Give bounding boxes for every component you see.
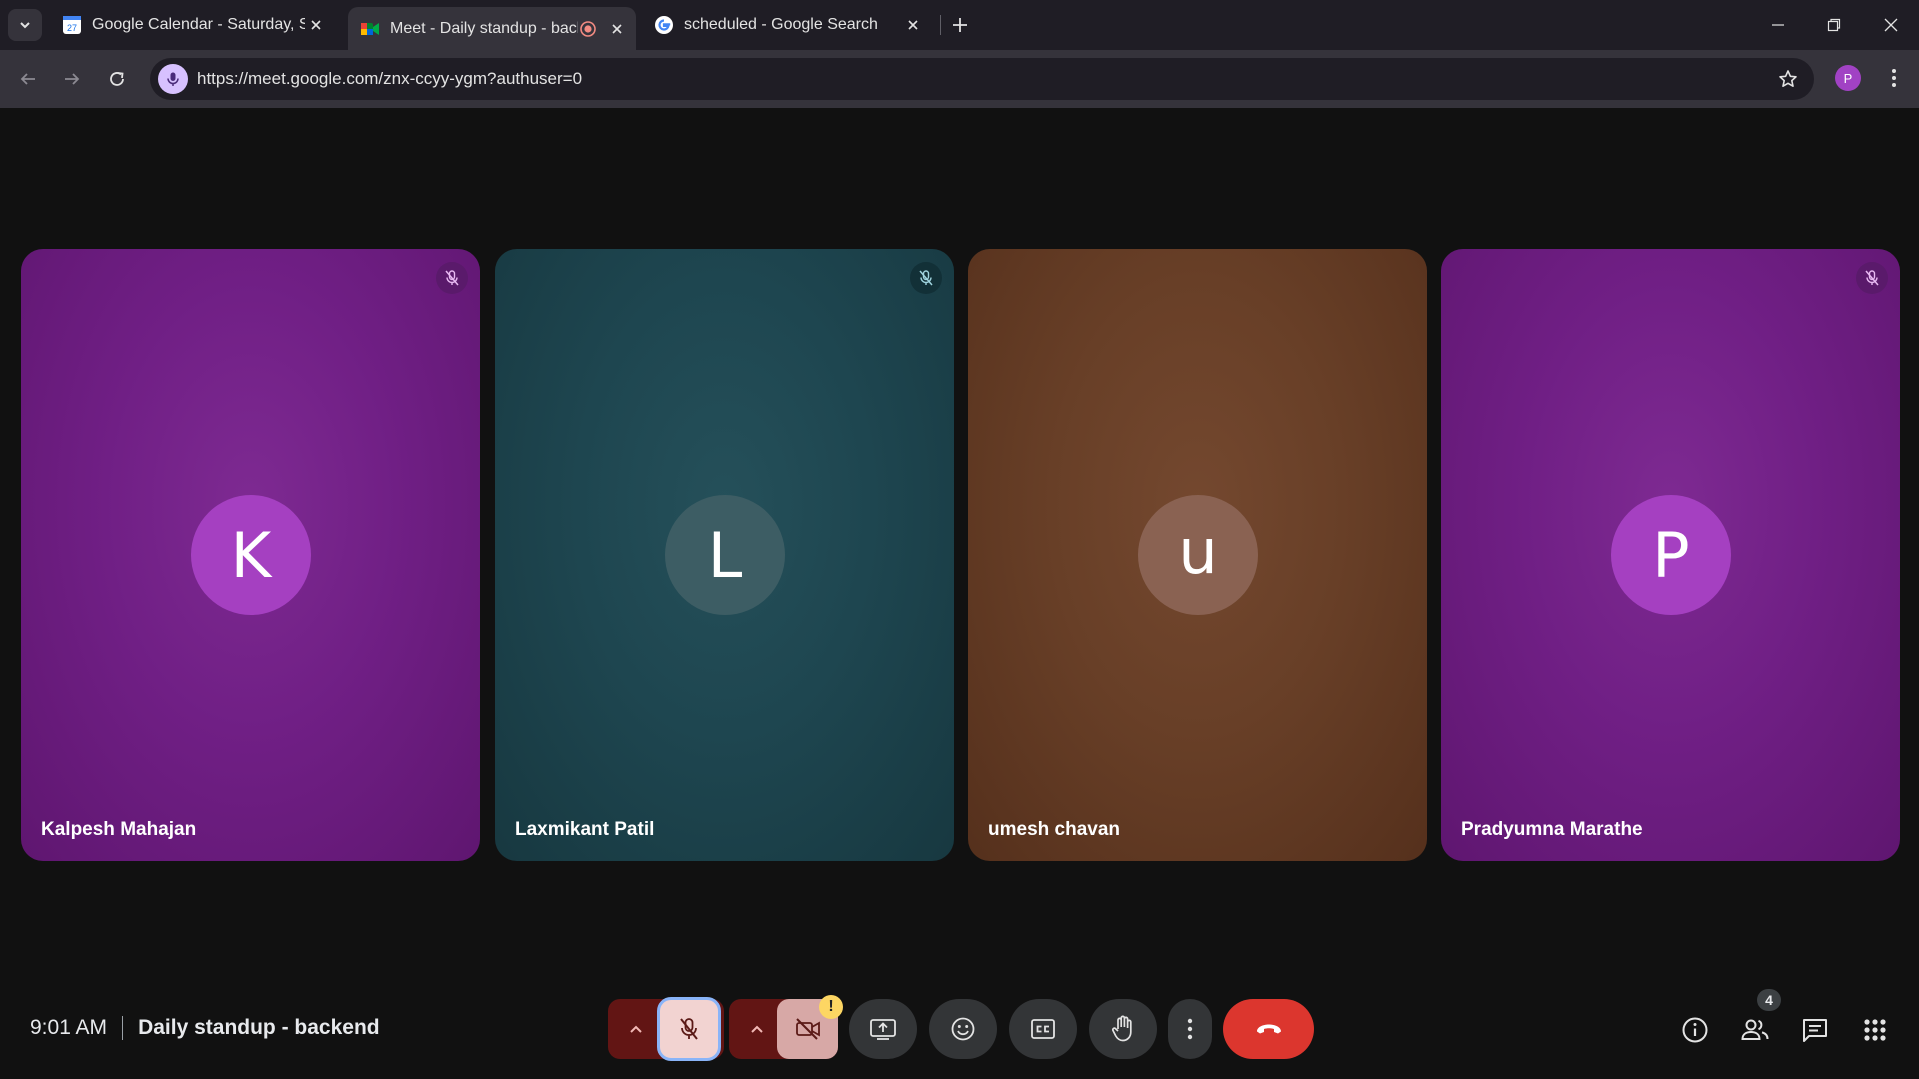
tab-meet[interactable]: Meet - Daily standup - back (348, 7, 636, 50)
tab-title: scheduled - Google Search (684, 16, 878, 33)
tab-title: Google Calendar - Saturday, Se (92, 16, 305, 33)
calendar-icon: 27 (63, 16, 81, 34)
participant-name: Kalpesh Mahajan (41, 819, 197, 840)
activities-button[interactable] (1858, 1013, 1892, 1047)
restore-icon (1827, 18, 1841, 32)
more-vert-icon (1892, 69, 1896, 87)
google-icon (655, 16, 673, 34)
leave-call-button[interactable] (1223, 999, 1314, 1059)
mic-off-icon (680, 1018, 698, 1040)
microphone-toggle-button[interactable] (657, 997, 721, 1061)
tab-close-icon[interactable] (606, 18, 628, 40)
tab-close-icon[interactable] (902, 14, 924, 36)
present-to-all-icon (870, 1019, 896, 1040)
bookmark-star-icon[interactable] (1776, 67, 1800, 91)
site-mic-permission-icon[interactable] (158, 64, 188, 94)
participant-name: umesh chavan (988, 819, 1120, 840)
meeting-details: 9:01 AM Daily standup - backend (30, 1016, 380, 1040)
back-button[interactable] (13, 64, 43, 94)
reload-icon (110, 72, 124, 86)
participant-avatar: P (1611, 495, 1731, 615)
hand-icon (1112, 1015, 1132, 1042)
plus-icon (953, 18, 967, 32)
participant-avatar: K (191, 495, 311, 615)
more-options-button[interactable] (1168, 999, 1212, 1059)
participant-avatar: u (1138, 495, 1258, 615)
mic-off-icon (436, 262, 468, 294)
videocam-off-icon (795, 1018, 820, 1040)
present-screen-button[interactable] (849, 999, 917, 1059)
restore-button[interactable] (1814, 10, 1854, 40)
chevron-up-icon (630, 1025, 642, 1033)
apps-grid-icon (1864, 1019, 1886, 1041)
profile-avatar[interactable]: P (1835, 65, 1861, 91)
raise-hand-button[interactable] (1089, 999, 1157, 1059)
browser-toolbar: https://meet.google.com/znx-ccyy-ygm?aut… (0, 50, 1919, 108)
participant-tile[interactable]: P Pradyumna Marathe (1441, 249, 1900, 861)
browser-menu-button[interactable] (1880, 64, 1908, 92)
arrow-right-icon (65, 73, 80, 85)
tab-title: Meet - Daily standup - back (390, 19, 578, 37)
audio-options-button[interactable] (616, 1015, 656, 1043)
address-bar[interactable]: https://meet.google.com/znx-ccyy-ygm?aut… (150, 58, 1814, 100)
people-button[interactable] (1738, 1013, 1772, 1047)
calendar-favicon-day: 27 (67, 23, 77, 33)
divider (122, 1016, 124, 1040)
more-vert-icon (1187, 1018, 1193, 1040)
participant-avatar: L (665, 495, 785, 615)
meeting-info-button[interactable] (1678, 1013, 1712, 1047)
call-end-icon (1256, 1024, 1281, 1034)
chevron-up-icon (751, 1025, 763, 1033)
minimize-icon (1772, 24, 1784, 26)
participant-name: Laxmikant Patil (515, 819, 655, 840)
chat-icon (1803, 1019, 1827, 1042)
people-count-badge: 4 (1757, 989, 1781, 1011)
new-tab-button[interactable] (946, 11, 974, 39)
url-text: https://meet.google.com/znx-ccyy-ygm?aut… (197, 69, 583, 88)
captions-button[interactable] (1009, 999, 1077, 1059)
participant-tile[interactable]: L Laxmikant Patil (495, 249, 954, 861)
meeting-title: Daily standup - backend (138, 1016, 380, 1039)
closed-caption-icon (1031, 1019, 1055, 1039)
minimize-button[interactable] (1758, 10, 1798, 40)
tab-close-icon[interactable] (305, 14, 327, 36)
video-options-button[interactable] (737, 1015, 777, 1043)
meet-icon (361, 22, 379, 35)
recording-icon (578, 19, 598, 39)
forward-button[interactable] (57, 64, 87, 94)
reactions-button[interactable] (929, 999, 997, 1059)
close-window-button[interactable] (1871, 10, 1911, 40)
tab-google-calendar[interactable]: 27 Google Calendar - Saturday, Se (50, 7, 335, 43)
participant-tile[interactable]: K Kalpesh Mahajan (21, 249, 480, 861)
meeting-time: 9:01 AM (30, 1016, 108, 1039)
tab-strip: 27 Google Calendar - Saturday, Se Meet -… (0, 0, 1919, 50)
mic-off-icon (910, 262, 942, 294)
tab-divider (940, 15, 941, 35)
mic-off-icon (1856, 262, 1888, 294)
tab-search-button[interactable] (8, 9, 42, 41)
info-icon (1682, 1017, 1708, 1043)
participant-tile[interactable]: u umesh chavan (968, 249, 1427, 861)
emoji-icon (951, 1017, 975, 1041)
chevron-down-icon (20, 22, 30, 29)
tab-google-search[interactable]: scheduled - Google Search (642, 7, 932, 43)
camera-warning-badge: ! (819, 995, 843, 1019)
close-icon (1884, 18, 1898, 32)
participant-name: Pradyumna Marathe (1461, 819, 1643, 840)
reload-button[interactable] (102, 64, 132, 94)
arrow-left-icon (20, 73, 35, 85)
chat-button[interactable] (1798, 1013, 1832, 1047)
people-icon (1741, 1019, 1769, 1040)
